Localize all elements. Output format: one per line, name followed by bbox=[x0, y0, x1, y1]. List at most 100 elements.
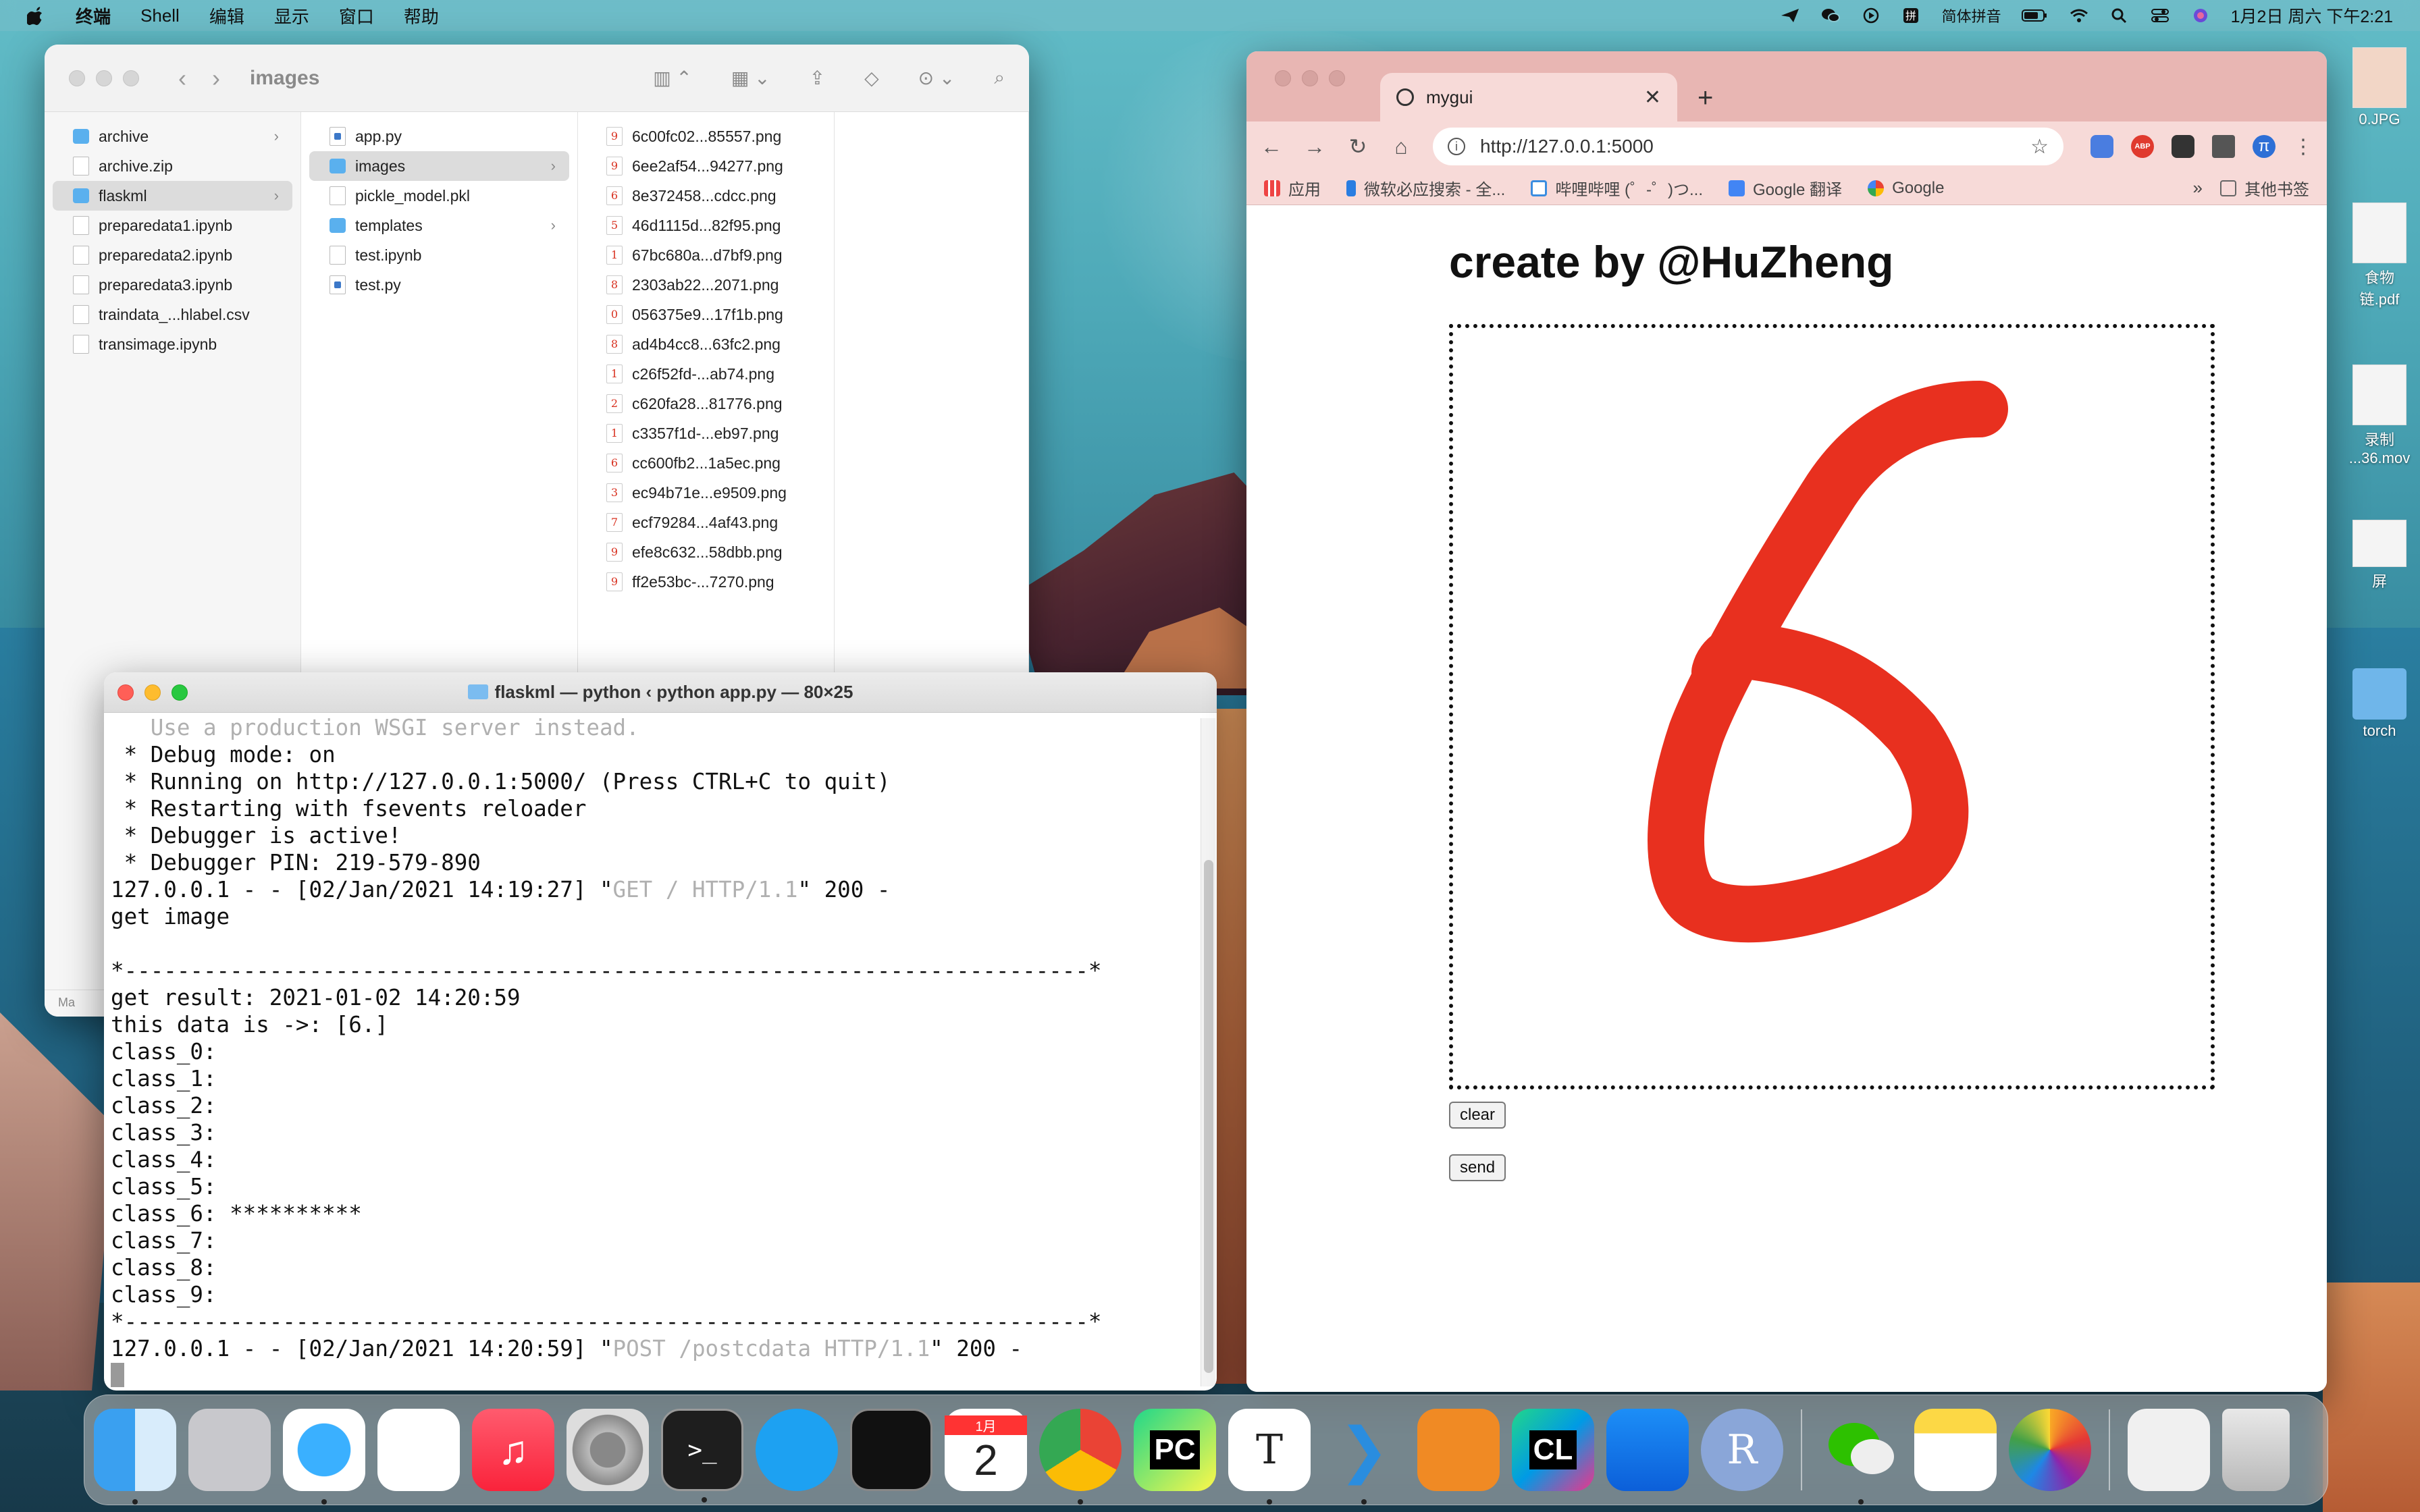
input-method-label[interactable]: 简体拼音 bbox=[1942, 5, 2001, 26]
dock-clion-icon[interactable]: CL bbox=[1512, 1409, 1594, 1491]
translate-extension-icon[interactable] bbox=[2090, 135, 2113, 158]
finder-item[interactable]: 8 ad4b4cc8...63fc2.png bbox=[586, 329, 826, 359]
finder-item[interactable]: pickle_model.pkl bbox=[309, 181, 569, 211]
finder-item[interactable]: test.py bbox=[309, 270, 569, 300]
dock-photos-icon[interactable] bbox=[2009, 1409, 2091, 1491]
dock-wechat-icon[interactable] bbox=[1820, 1409, 1902, 1505]
new-tab-icon[interactable]: + bbox=[1698, 83, 1713, 113]
wechat-icon[interactable] bbox=[1820, 7, 1841, 24]
menu-edit[interactable]: 编辑 bbox=[209, 3, 244, 28]
dock-twitter-icon[interactable] bbox=[756, 1409, 838, 1491]
finder-item[interactable]: archive.zip bbox=[53, 151, 292, 181]
desktop-item-image[interactable]: 0.JPG bbox=[2346, 47, 2413, 128]
finder-item[interactable]: preparedata1.ipynb bbox=[53, 211, 292, 240]
dock-system-preferences-icon[interactable] bbox=[567, 1409, 649, 1491]
finder-item[interactable]: 6 cc600fb2...1a5ec.png bbox=[586, 448, 826, 478]
finder-item[interactable]: 9 efe8c632...58dbb.png bbox=[586, 537, 826, 567]
finder-item[interactable]: app.py bbox=[309, 122, 569, 151]
bookmark-google-translate[interactable]: Google 翻译 bbox=[1729, 176, 1842, 200]
desktop-item-screenshot[interactable]: 屏 bbox=[2346, 520, 2413, 591]
menu-window[interactable]: 窗口 bbox=[339, 3, 374, 28]
apple-logo-icon[interactable] bbox=[27, 5, 45, 26]
dock-terminal-icon[interactable]: >_ bbox=[661, 1409, 743, 1503]
bookmark-apps[interactable]: 应用 bbox=[1264, 176, 1321, 200]
dock-chrome-icon[interactable] bbox=[1039, 1409, 1122, 1505]
dock-xcode-icon[interactable] bbox=[1606, 1409, 1689, 1491]
dock-vscode-icon[interactable]: ❯ bbox=[1323, 1409, 1405, 1505]
dock-downloads-stack-icon[interactable] bbox=[2128, 1409, 2210, 1491]
siri-icon[interactable] bbox=[2190, 7, 2211, 24]
wifi-icon[interactable] bbox=[2069, 7, 2089, 24]
group-icon[interactable]: ▦ ⌄ bbox=[731, 67, 770, 89]
send-plane-icon[interactable] bbox=[1780, 7, 1800, 24]
menu-app-name[interactable]: 终端 bbox=[76, 3, 111, 28]
finder-item[interactable]: 5 46d1115d...82f95.png bbox=[586, 211, 826, 240]
finder-item[interactable]: images › bbox=[309, 151, 569, 181]
menu-shell[interactable]: Shell bbox=[140, 5, 180, 26]
finder-item[interactable]: preparedata3.ipynb bbox=[53, 270, 292, 300]
finder-item[interactable]: 1 c3357f1d-...eb97.png bbox=[586, 418, 826, 448]
spotlight-search-icon[interactable] bbox=[2109, 7, 2130, 24]
finder-item[interactable]: preparedata2.ipynb bbox=[53, 240, 292, 270]
finder-item[interactable]: templates › bbox=[309, 211, 569, 240]
bookmark-bing[interactable]: 微软必应搜索 - 全... bbox=[1346, 176, 1505, 200]
tab-mygui[interactable]: mygui ✕ bbox=[1380, 73, 1677, 122]
finder-item[interactable]: 0 056375e9...17f1b.png bbox=[586, 300, 826, 329]
dock-r-icon[interactable]: R bbox=[1701, 1409, 1783, 1491]
more-bookmarks-icon[interactable]: » bbox=[2193, 178, 2203, 198]
dock-typora-icon[interactable]: T bbox=[1228, 1409, 1311, 1505]
zoom-button[interactable] bbox=[1329, 70, 1345, 86]
finder-item[interactable]: 9 6ee2af54...94277.png bbox=[586, 151, 826, 181]
back-arrow-icon[interactable]: ‹ bbox=[178, 64, 186, 92]
chrome-menu-icon[interactable]: ⋮ bbox=[2293, 135, 2313, 159]
dock-safari-icon[interactable] bbox=[283, 1409, 365, 1505]
dock-music-icon[interactable]: ♫ bbox=[472, 1409, 554, 1491]
bookmark-bilibili[interactable]: 哔哩哔哩 (゜-゜)つ... bbox=[1531, 176, 1703, 200]
terminal-prompt[interactable] bbox=[111, 1362, 1217, 1388]
minimize-button[interactable] bbox=[1302, 70, 1318, 86]
dock-reminders-icon[interactable] bbox=[377, 1409, 460, 1491]
bookmark-star-icon[interactable]: ☆ bbox=[2030, 135, 2049, 159]
home-icon[interactable]: ⌂ bbox=[1390, 134, 1413, 159]
desktop-item-movie[interactable]: 录制 ...36.mov bbox=[2346, 364, 2413, 467]
address-url[interactable]: http://127.0.0.1:5000 bbox=[1480, 136, 1654, 157]
forward-arrow-icon[interactable]: › bbox=[212, 64, 220, 92]
reload-icon[interactable]: ↻ bbox=[1346, 134, 1369, 159]
finder-item[interactable]: 2 c620fa28...81776.png bbox=[586, 389, 826, 418]
dock-finder-icon[interactable] bbox=[94, 1409, 176, 1505]
finder-item[interactable]: 9 6c00fc02...85557.png bbox=[586, 122, 826, 151]
drawing-canvas[interactable] bbox=[1449, 324, 2215, 1089]
input-method-icon[interactable]: 拼 bbox=[1901, 7, 1922, 24]
back-arrow-icon[interactable]: ← bbox=[1260, 134, 1283, 159]
tag-icon[interactable]: ◇ bbox=[864, 67, 879, 89]
close-button[interactable] bbox=[1275, 70, 1291, 86]
finder-item[interactable]: transimage.ipynb bbox=[53, 329, 292, 359]
pi-profile-icon[interactable]: π bbox=[2253, 135, 2276, 158]
puzzle-extensions-icon[interactable] bbox=[2212, 135, 2235, 158]
dock-books-icon[interactable] bbox=[1417, 1409, 1500, 1491]
desktop-item-pdf[interactable]: 食物链.pdf bbox=[2346, 202, 2413, 309]
menu-view[interactable]: 显示 bbox=[274, 3, 309, 28]
battery-icon[interactable] bbox=[2021, 7, 2049, 24]
share-icon[interactable]: ⇪ bbox=[810, 67, 825, 89]
site-info-icon[interactable]: i bbox=[1448, 138, 1465, 155]
send-button[interactable]: send bbox=[1449, 1154, 1506, 1181]
clock[interactable]: 1月2日 周六 下午2:21 bbox=[2231, 3, 2393, 28]
finder-item[interactable]: archive › bbox=[53, 122, 292, 151]
other-bookmarks[interactable]: 其他书签 bbox=[2220, 176, 2309, 200]
zoom-button[interactable] bbox=[123, 70, 139, 86]
clear-button[interactable]: clear bbox=[1449, 1102, 1506, 1129]
finder-item[interactable]: 1 67bc680a...d7bf9.png bbox=[586, 240, 826, 270]
search-icon[interactable]: ⌕ bbox=[994, 67, 1005, 89]
bookmark-google[interactable]: Google bbox=[1868, 179, 1944, 198]
finder-item[interactable]: 6 8e372458...cdcc.png bbox=[586, 181, 826, 211]
dock-trash-icon[interactable] bbox=[2222, 1409, 2290, 1491]
dock-calendar-icon[interactable]: 1月 2 bbox=[945, 1409, 1027, 1491]
terminal-scrollbar[interactable] bbox=[1201, 718, 1215, 1386]
finder-item[interactable]: flaskml › bbox=[53, 181, 292, 211]
finder-item[interactable]: 3 ec94b71e...e9509.png bbox=[586, 478, 826, 508]
play-circle-icon[interactable] bbox=[1861, 7, 1881, 24]
scrollbar-thumb[interactable] bbox=[1204, 860, 1213, 1373]
more-actions-icon[interactable]: ⊙ ⌄ bbox=[918, 67, 955, 89]
dock-launchpad-icon[interactable] bbox=[188, 1409, 271, 1491]
